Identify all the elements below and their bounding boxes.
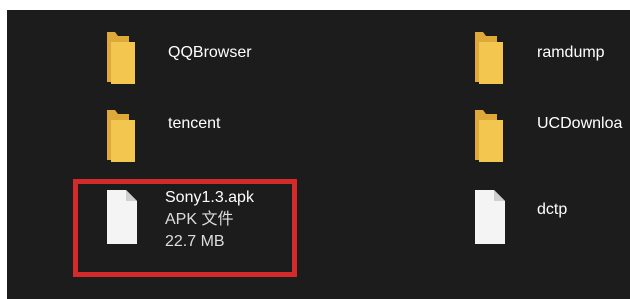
file-name: QQBrowser xyxy=(168,44,252,61)
file-name: ramdump xyxy=(537,44,605,61)
folder-item-qqbrowser[interactable]: QQBrowser xyxy=(99,20,299,90)
folder-item-tencent[interactable]: tencent xyxy=(99,100,299,170)
file-name: Sony1.3.apk xyxy=(165,189,254,206)
screenshot-canvas: QQBrowser ramdump tencent UCDownloa Sony… xyxy=(0,0,630,299)
folder-icon xyxy=(107,32,135,84)
file-icon xyxy=(475,190,505,244)
file-icon xyxy=(107,190,137,244)
file-item-sony-apk[interactable]: Sony1.3.apk APK 文件 22.7 MB xyxy=(99,184,289,264)
file-item-dctp[interactable]: dctp xyxy=(467,184,627,264)
file-explorer-view: QQBrowser ramdump tencent UCDownloa Sony… xyxy=(7,10,630,299)
folder-item-ucdownloads[interactable]: UCDownloa xyxy=(467,100,630,170)
folder-icon xyxy=(475,110,503,162)
file-name: dctp xyxy=(537,201,568,218)
file-name: tencent xyxy=(168,115,221,132)
folder-icon xyxy=(107,110,135,162)
file-name: UCDownloa xyxy=(537,115,623,132)
folder-icon xyxy=(475,32,503,84)
file-size: 22.7 MB xyxy=(165,233,225,250)
file-type: APK 文件 xyxy=(165,211,234,228)
folder-item-ramdump[interactable]: ramdump xyxy=(467,20,627,90)
